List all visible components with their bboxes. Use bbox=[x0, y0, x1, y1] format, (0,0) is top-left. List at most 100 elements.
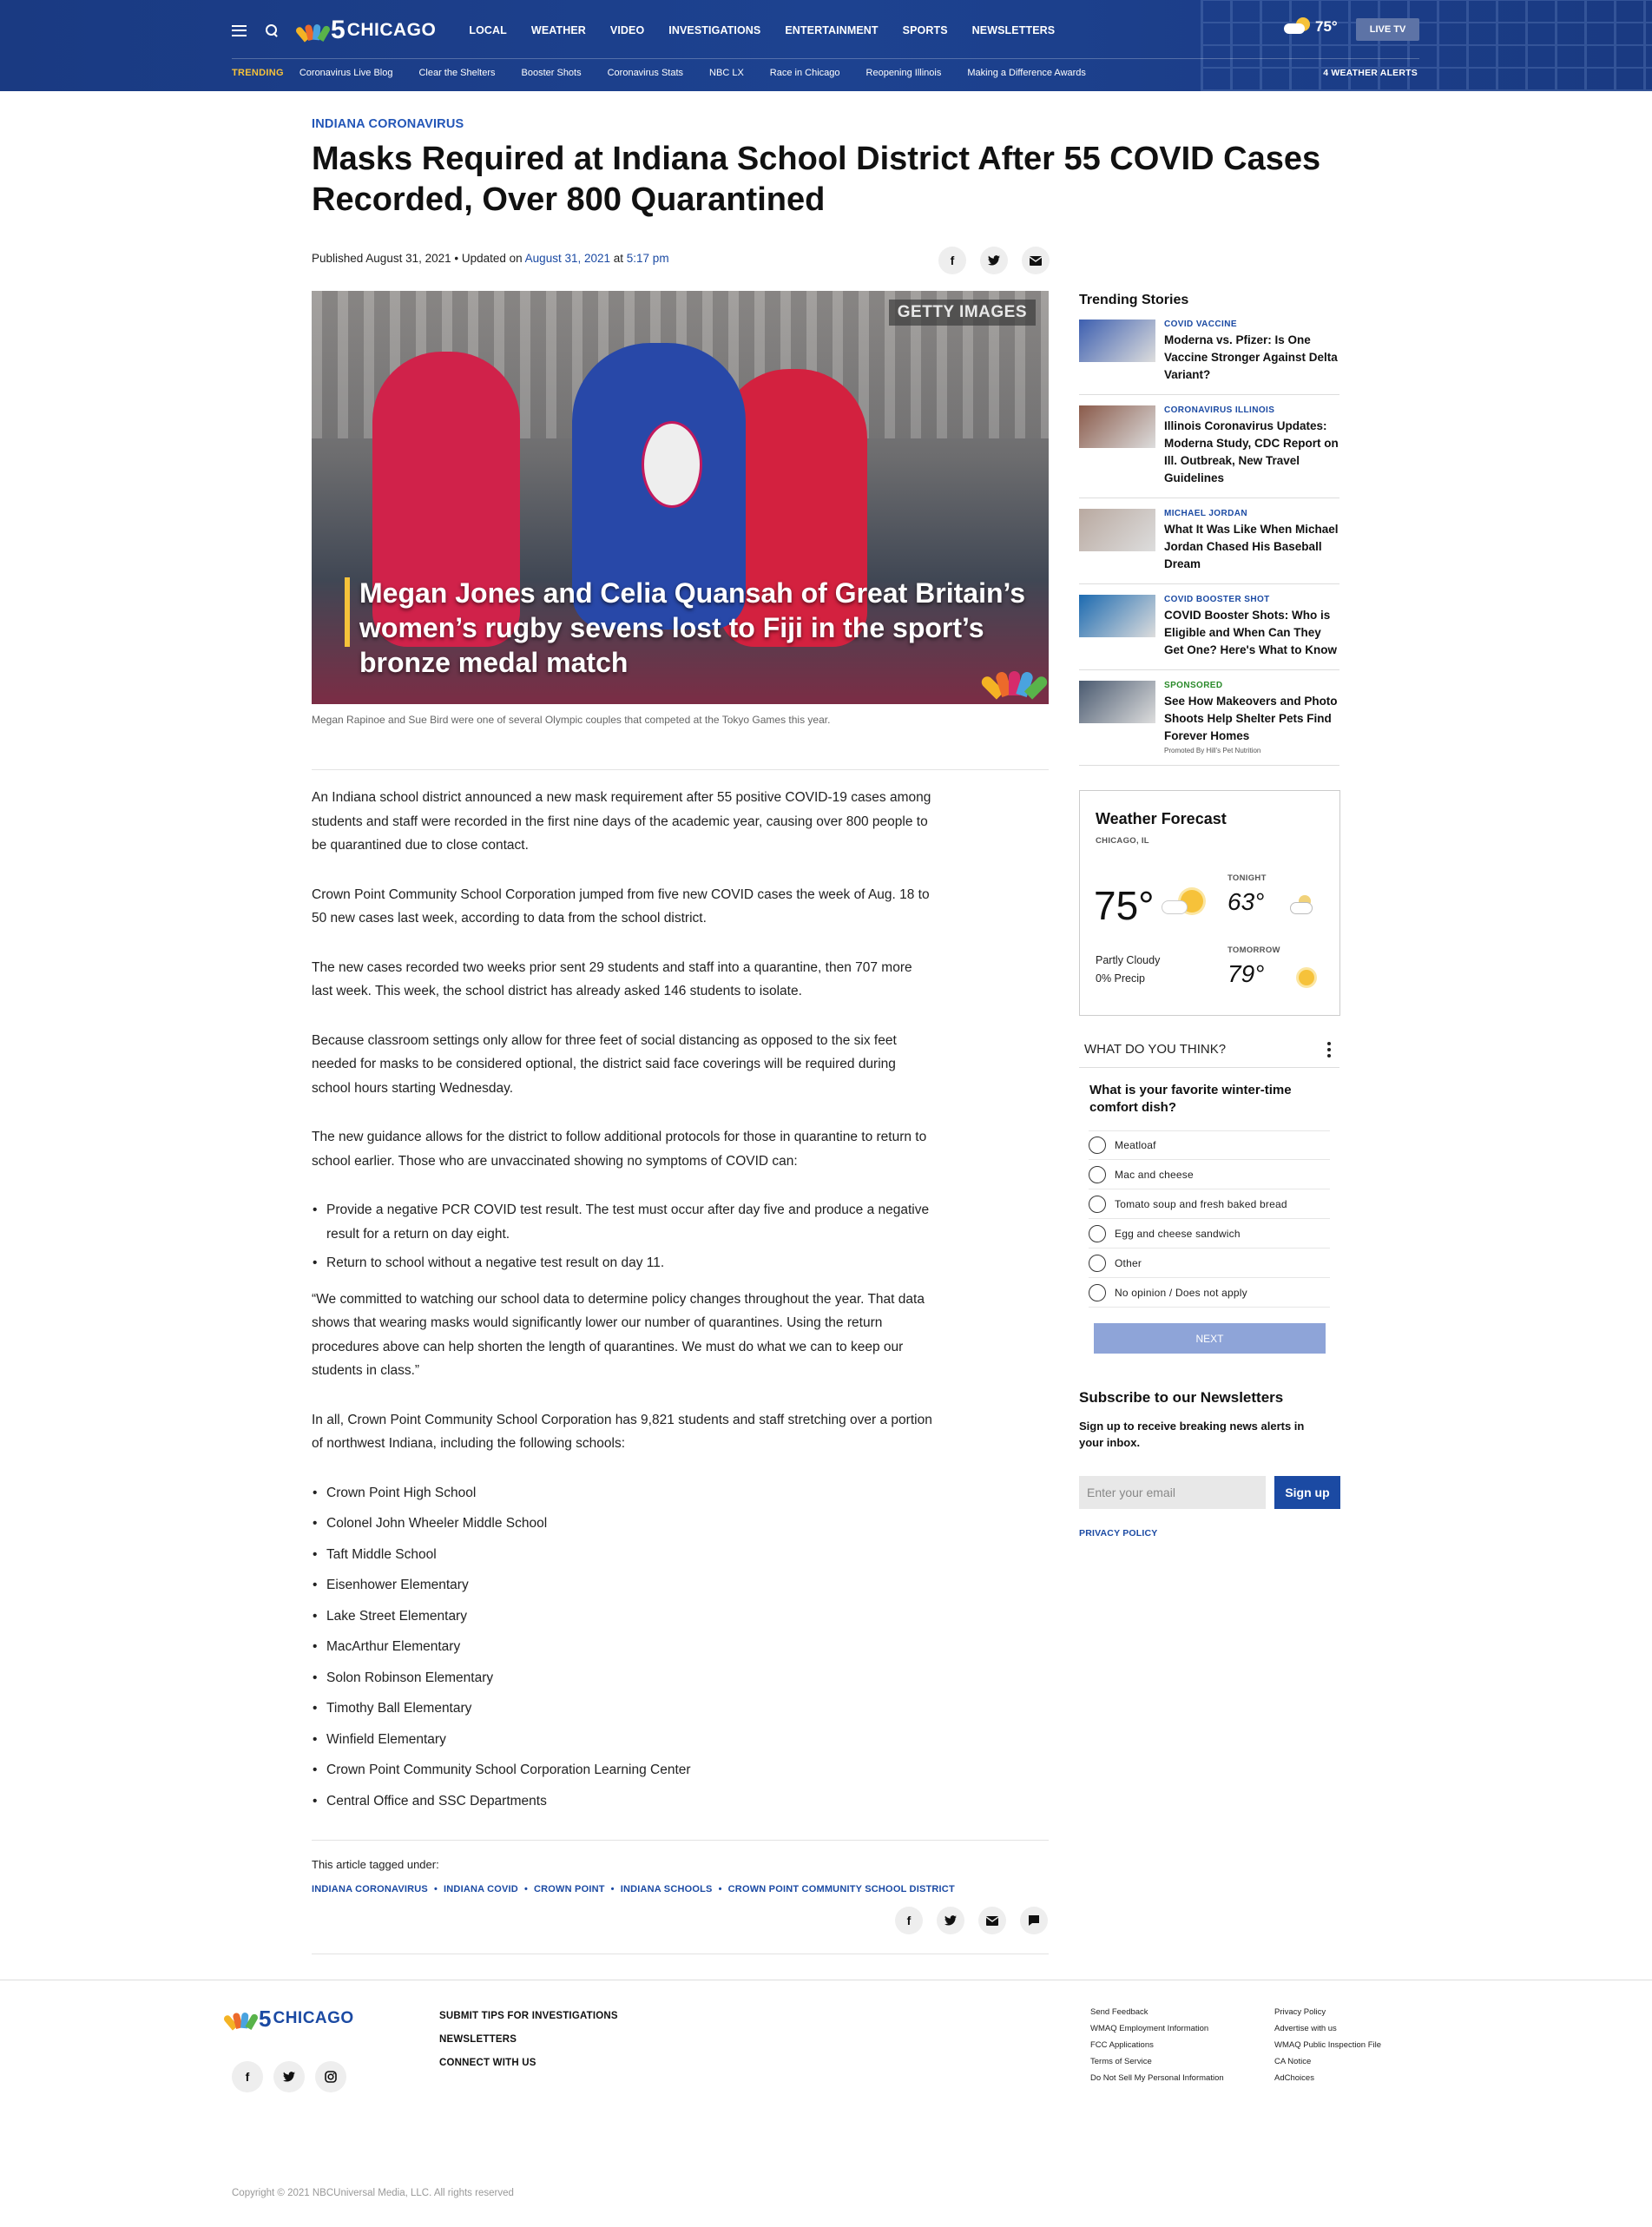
weather-alerts-link[interactable]: 4 WEATHER ALERTS bbox=[1323, 68, 1418, 78]
live-tv-button[interactable]: LIVE TV bbox=[1356, 18, 1419, 41]
tag-link[interactable]: CROWN POINT COMMUNITY SCHOOL DISTRICT bbox=[728, 1884, 955, 1894]
site-logo[interactable]: 5 CHICAGO bbox=[294, 17, 436, 43]
footer-link[interactable]: Privacy Policy bbox=[1274, 2004, 1381, 2020]
peacock-logo-icon bbox=[294, 21, 332, 43]
share-bar-bottom: f bbox=[895, 1907, 1048, 1934]
facebook-icon[interactable]: f bbox=[938, 247, 966, 274]
twitter-icon[interactable] bbox=[273, 2061, 305, 2092]
more-options-icon[interactable] bbox=[1324, 1038, 1334, 1061]
poll-next-button[interactable]: NEXT bbox=[1094, 1323, 1326, 1354]
nav-link-weather[interactable]: WEATHER bbox=[531, 24, 586, 36]
trending-link[interactable]: Race in Chicago bbox=[770, 68, 840, 78]
school-list-item: Lake Street Elementary bbox=[312, 1604, 937, 1629]
school-list-item: Central Office and SSC Departments bbox=[312, 1789, 937, 1814]
trending-link[interactable]: Clear the Shelters bbox=[418, 68, 495, 78]
nav-link-newsletters[interactable]: NEWSLETTERS bbox=[972, 24, 1056, 36]
privacy-policy-link[interactable]: PRIVACY POLICY bbox=[1079, 1528, 1158, 1538]
poll-option[interactable]: Tomato soup and fresh baked bread bbox=[1089, 1189, 1330, 1219]
divider bbox=[312, 1840, 1049, 1841]
poll-question: What is your favorite winter-time comfor… bbox=[1089, 1083, 1292, 1115]
footer-link[interactable]: WMAQ Public Inspection File bbox=[1274, 2037, 1381, 2053]
footer-link[interactable]: Advertise with us bbox=[1274, 2020, 1381, 2037]
nav-links: LOCAL WEATHER VIDEO INVESTIGATIONS ENTERTAIN… bbox=[469, 24, 1079, 36]
trending-story[interactable]: CORONAVIRUS ILLINOIS Illinois Coronavirus… bbox=[1079, 405, 1339, 498]
tomorrow-temp: 79° bbox=[1227, 960, 1265, 987]
share-bar-top: f bbox=[938, 247, 1050, 274]
footer-link[interactable]: CONNECT WITH US bbox=[439, 2052, 618, 2075]
facebook-icon[interactable]: f bbox=[895, 1907, 923, 1934]
trending-link[interactable]: NBC LX bbox=[709, 68, 744, 78]
footer-link[interactable]: SUBMIT TIPS FOR INVESTIGATIONS bbox=[439, 2005, 618, 2028]
twitter-icon[interactable] bbox=[980, 247, 1008, 274]
poll-option[interactable]: No opinion / Does not apply bbox=[1089, 1278, 1330, 1308]
trending-story[interactable]: MICHAEL JORDAN What It Was Like When Mich… bbox=[1079, 509, 1339, 584]
footer-link[interactable]: Do Not Sell My Personal Information bbox=[1090, 2070, 1224, 2086]
poll-option[interactable]: Egg and cheese sandwich bbox=[1089, 1219, 1330, 1249]
weather-forecast-widget[interactable]: Weather Forecast CHICAGO, IL 75° Partly … bbox=[1079, 790, 1340, 1016]
peacock-logo-icon bbox=[222, 2009, 260, 2031]
tag-link[interactable]: CROWN POINT bbox=[534, 1884, 605, 1894]
footer-link[interactable]: AdChoices bbox=[1274, 2070, 1381, 2086]
radio-button[interactable] bbox=[1089, 1137, 1106, 1154]
radio-button[interactable] bbox=[1089, 1283, 1106, 1301]
radio-button[interactable] bbox=[1089, 1195, 1106, 1213]
story-title: See How Makeovers and Photo Shoots Help … bbox=[1164, 695, 1338, 742]
image-overlay-caption: Megan Jones and Celia Quansah of Great B… bbox=[359, 577, 1025, 678]
getty-label: GETTY IMAGES bbox=[888, 300, 1036, 326]
school-list-item: Colonel John Wheeler Middle School bbox=[312, 1512, 937, 1536]
newsletter-description: Sign up to receive breaking news alerts … bbox=[1079, 1420, 1305, 1449]
tag-link[interactable]: INDIANA COVID bbox=[444, 1884, 518, 1894]
facebook-icon[interactable]: f bbox=[232, 2061, 263, 2092]
twitter-icon[interactable] bbox=[937, 1907, 964, 1934]
instagram-icon[interactable] bbox=[315, 2061, 346, 2092]
article-byline: Published August 31, 2021 • Updated on A… bbox=[312, 252, 669, 265]
trending-link[interactable]: Coronavirus Stats bbox=[608, 68, 683, 78]
footer-main-links: SUBMIT TIPS FOR INVESTIGATIONS NEWSLETTER… bbox=[439, 2005, 618, 2075]
search-icon[interactable] bbox=[266, 24, 278, 36]
list-item: Provide a negative PCR COVID test result… bbox=[312, 1198, 937, 1246]
radio-button[interactable] bbox=[1089, 1254, 1106, 1272]
school-list-item: MacArthur Elementary bbox=[312, 1635, 937, 1659]
nav-link-video[interactable]: VIDEO bbox=[610, 24, 644, 36]
tag-link[interactable]: INDIANA SCHOOLS bbox=[621, 1884, 713, 1894]
article-category[interactable]: INDIANA CORONAVIRUS bbox=[312, 117, 464, 131]
email-input[interactable] bbox=[1079, 1476, 1266, 1509]
nav-link-investigations[interactable]: INVESTIGATIONS bbox=[668, 24, 760, 36]
poll-option[interactable]: Mac and cheese bbox=[1089, 1160, 1330, 1189]
radio-button[interactable] bbox=[1089, 1165, 1106, 1183]
poll-option[interactable]: Other bbox=[1089, 1249, 1330, 1278]
footer-link[interactable]: Send Feedback bbox=[1090, 2004, 1224, 2020]
trending-link[interactable]: Coronavirus Live Blog bbox=[299, 68, 393, 78]
trending-story[interactable]: COVID BOOSTER SHOT COVID Booster Shots: W… bbox=[1079, 595, 1339, 670]
header-weather[interactable]: 75° bbox=[1282, 17, 1338, 36]
paragraph: The new cases recorded two weeks prior s… bbox=[312, 959, 912, 999]
footer-social: f bbox=[232, 2061, 346, 2092]
nav-link-local[interactable]: LOCAL bbox=[469, 24, 507, 36]
trending-story[interactable]: COVID VACCINE Moderna vs. Pfizer: Is One … bbox=[1079, 320, 1339, 395]
comment-icon[interactable] bbox=[1020, 1907, 1048, 1934]
trending-link[interactable]: Reopening Illinois bbox=[866, 68, 942, 78]
menu-icon[interactable] bbox=[232, 24, 247, 36]
story-text: CORONAVIRUS ILLINOIS Illinois Coronavirus… bbox=[1164, 405, 1339, 487]
footer-link[interactable]: WMAQ Employment Information bbox=[1090, 2020, 1224, 2037]
trending-story[interactable]: SPONSORED See How Makeovers and Photo Sho… bbox=[1079, 681, 1339, 766]
email-icon[interactable] bbox=[978, 1907, 1006, 1934]
email-icon[interactable] bbox=[1022, 247, 1050, 274]
story-title: Moderna vs. Pfizer: Is One Vaccine Stron… bbox=[1164, 333, 1338, 381]
trending-link[interactable]: Making a Difference Awards bbox=[967, 68, 1086, 78]
footer-link[interactable]: CA Notice bbox=[1274, 2053, 1381, 2070]
footer-logo[interactable]: 5 CHICAGO bbox=[222, 2006, 354, 2032]
signup-button[interactable]: Sign up bbox=[1274, 1476, 1340, 1509]
tonight-temp: 63° bbox=[1227, 888, 1265, 915]
footer-links-col1: Send Feedback WMAQ Employment Information… bbox=[1090, 2004, 1224, 2086]
footer-link[interactable]: Terms of Service bbox=[1090, 2053, 1224, 2070]
tag-link[interactable]: INDIANA CORONAVIRUS bbox=[312, 1884, 428, 1894]
poll-option[interactable]: Meatloaf bbox=[1089, 1130, 1330, 1160]
trending-link[interactable]: Booster Shots bbox=[522, 68, 582, 78]
school-list-item: Solon Robinson Elementary bbox=[312, 1666, 937, 1690]
nav-link-entertainment[interactable]: ENTERTAINMENT bbox=[785, 24, 878, 36]
nav-link-sports[interactable]: SPORTS bbox=[903, 24, 948, 36]
footer-link[interactable]: FCC Applications bbox=[1090, 2037, 1224, 2053]
footer-link[interactable]: NEWSLETTERS bbox=[439, 2028, 618, 2052]
radio-button[interactable] bbox=[1089, 1224, 1106, 1242]
